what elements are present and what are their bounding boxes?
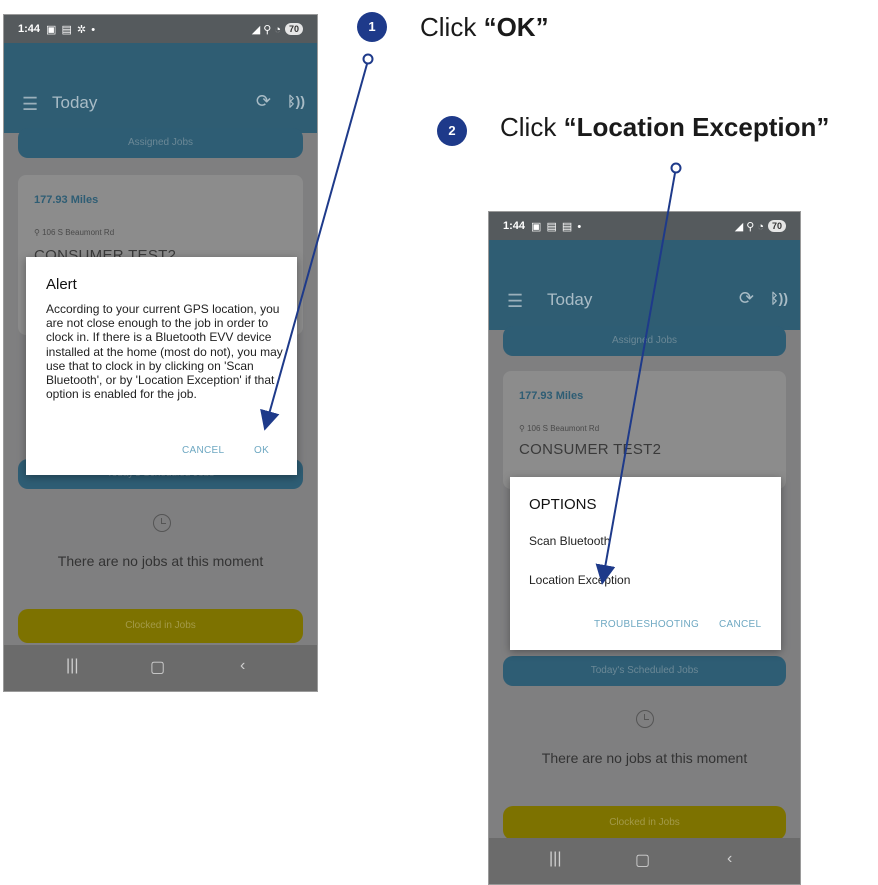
pointer-arrows	[260, 53, 682, 585]
step-1-arrow	[260, 53, 374, 431]
step-2-arrow	[595, 162, 682, 585]
